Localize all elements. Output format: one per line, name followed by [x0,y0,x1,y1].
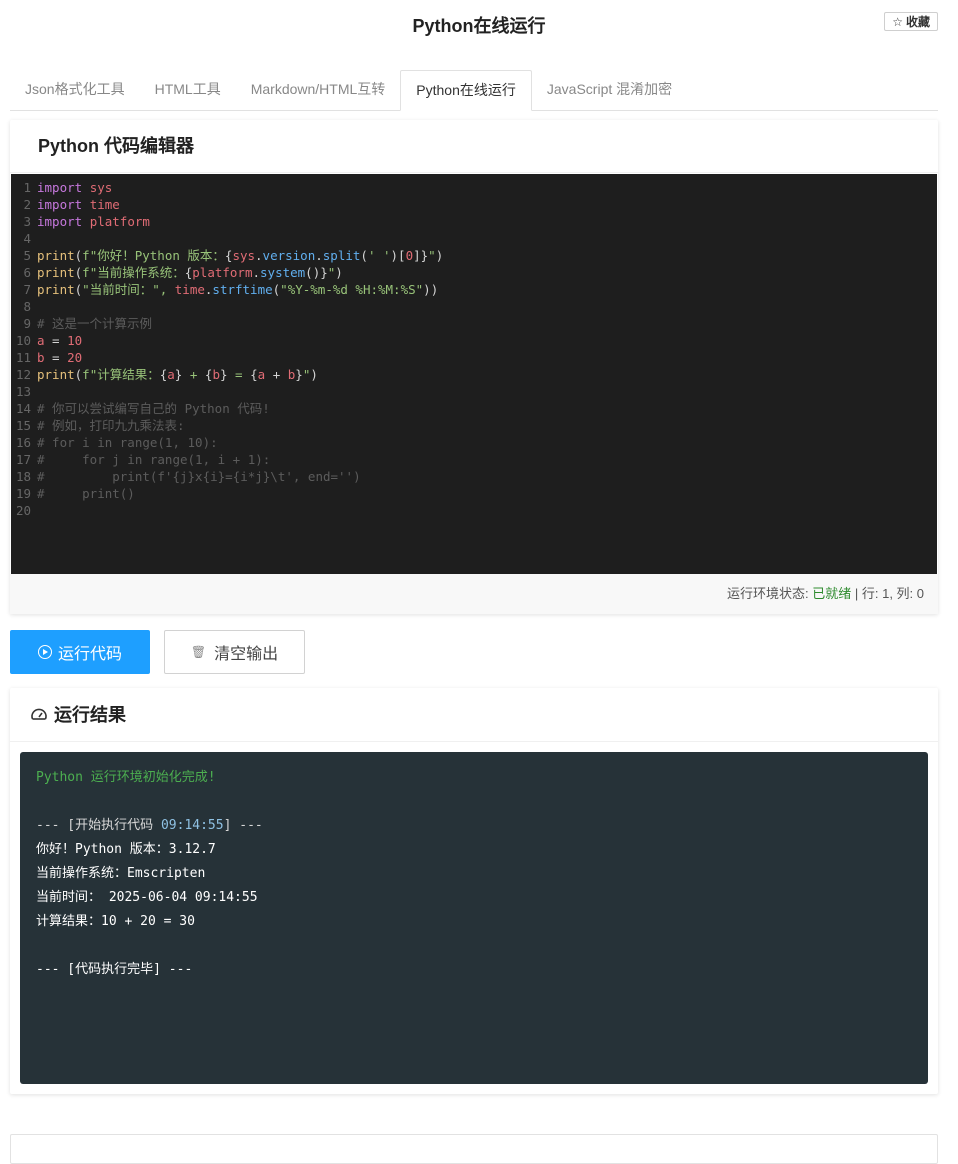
editor-card: Python 代码编辑器 1 import sys 2 import time 3i… [10,120,938,614]
tool-tabs: Json格式化工具 HTML工具 Markdown/HTML互转 Python在… [10,70,938,111]
output-line: 当前操作系统：Emscripten [36,866,206,881]
tab-javascript[interactable]: JavaScript 混淆加密 [532,70,687,109]
output-console: Python 运行环境初始化完成! --- [开始执行代码 09:14:55] … [20,752,928,1084]
output-line: 当前时间： 2025-06-04 09:14:55 [36,890,258,905]
output-blank [36,790,912,814]
code-line: 8 [23,299,31,314]
code-line: 1 import sys [23,180,113,195]
bottom-panel [10,1134,938,1164]
editor-title: Python 代码编辑器 [10,120,938,173]
code-line: 13 [15,384,31,399]
code-line: 20 [15,503,31,518]
star-icon: ☆ [892,14,903,29]
code-line: 6 print(f"当前操作系统：{platform.system()}") [23,265,343,280]
code-line: 15 # 例如，打印九九乘法表: [15,418,185,433]
editor-status-bar: 运行环境状态: 已就绪 | 行: 1, 列: 0 [10,574,938,614]
tab-python[interactable]: Python在线运行 [400,70,532,111]
code-line: 5 print(f"你好！Python 版本：{sys.version.split… [23,248,444,263]
code-line: 14 # 你可以尝试编写自己的 Python 代码! [15,401,270,416]
clear-label: 清空输出 [214,646,279,663]
tab-json[interactable]: Json格式化工具 [10,70,140,109]
status-value: 已就绪 [812,586,852,601]
favorite-label: 收藏 [905,15,930,29]
code-line: 16 # for i in range(1, 10): [15,435,218,450]
gauge-icon [31,708,47,720]
result-title: 运行结果 [54,704,126,725]
code-line: 7 print("当前时间：", time.strftime("%Y-%m-%d … [23,282,439,297]
code-line: 11 b = 20 [15,350,83,365]
favorite-button[interactable]: ☆ 收藏 [884,12,938,31]
page-title: Python在线运行 [412,16,546,36]
clear-output-button[interactable]: 🗑 清空输出 [164,630,305,674]
run-code-button[interactable]: 运行代码 [10,630,150,674]
code-line: 4 [23,231,31,246]
code-line: 10 a = 10 [15,333,83,348]
cursor-info: | 行: 1, 列: 0 [851,586,924,601]
code-line: 2 import time [23,197,120,212]
play-circle-icon [37,645,52,659]
code-editor[interactable]: 1 import sys 2 import time 3 import platfor… [11,174,937,574]
output-line: 计算结果：10 + 20 = 30 [36,914,195,929]
output-start-line: --- [开始执行代码 09:14:55] --- [36,818,263,833]
code-line: 9 # 这是一个计算示例 [23,316,153,331]
code-line: 18 # print(f'{j}x{i}={i*j}\t', end='') [15,469,361,484]
code-line: 12 print(f"计算结果：{a} + {b} = {a + b}") [15,367,318,382]
output-blank [36,934,912,958]
output-line: 你好！Python 版本：3.12.7 [36,842,216,857]
output-init-line: Python 运行环境初始化完成! [36,770,216,785]
tab-markdown[interactable]: Markdown/HTML互转 [236,70,401,109]
result-header: 运行结果 [10,688,938,742]
run-label: 运行代码 [57,646,122,663]
code-line: 3 import platform [23,214,150,229]
code-line: 17 # for j in range(1, i + 1): [15,452,271,467]
tab-html[interactable]: HTML工具 [140,70,236,109]
result-card: 运行结果 Python 运行环境初始化完成! --- [开始执行代码 09:14… [10,688,938,1094]
output-end-line: --- [代码执行完毕] --- [36,962,193,977]
trash-icon: 🗑 [190,645,207,659]
code-line: 19 # print() [15,486,135,501]
status-label: 运行环境状态: [727,586,813,601]
